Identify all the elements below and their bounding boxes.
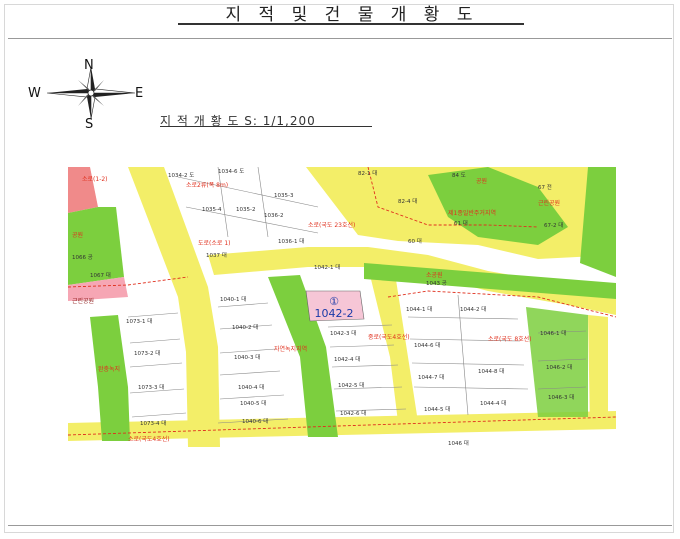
parcel-1035-2: 1035-2 bbox=[236, 207, 255, 213]
parcel-1034-2: 1034-2 도 bbox=[168, 172, 194, 179]
zone-label-8: 자연녹지지역 bbox=[274, 345, 307, 353]
parcel-1073-3: 1073-3 대 bbox=[138, 383, 164, 391]
parcel-1044-2: 1044-2 대 bbox=[460, 305, 486, 313]
parcel-1043: 1043 공 bbox=[426, 280, 447, 287]
parcel-1046-3: 1046-3 대 bbox=[548, 393, 574, 401]
zone-label-5: 소로(국도 23호선) bbox=[308, 221, 355, 229]
parcel-1044-1: 1044-1 대 bbox=[406, 305, 432, 313]
parcel-61: 61 대 bbox=[454, 219, 468, 227]
cadastral-map: 1034-2 도 1034-6 도 1035-4 1035-2 1035-3 1… bbox=[68, 167, 616, 447]
parcel-1073-1: 1073-1 대 bbox=[126, 317, 152, 325]
compass-rose-icon: W E N S bbox=[22, 56, 154, 132]
zone-label-1: 소로2류(폭 8m) bbox=[186, 182, 228, 189]
parcel-1044-7: 1044-7 대 bbox=[418, 373, 444, 381]
parcel-1040-6: 1040-6 대 bbox=[242, 417, 268, 425]
parcel-1067: 1067 대 bbox=[90, 271, 111, 279]
parcel-1042-6: 1042-6 대 bbox=[340, 409, 366, 417]
zone-label-15: 소로(국도4호선) bbox=[128, 435, 170, 443]
parcel-1044-4: 1044-4 대 bbox=[480, 399, 506, 407]
compass-east-label: E bbox=[135, 86, 143, 101]
parcel-1040-5: 1040-5 대 bbox=[240, 399, 266, 407]
title-underline bbox=[178, 23, 524, 25]
compass-west-label: W bbox=[28, 86, 41, 101]
zone-label-14: 근린공원 bbox=[72, 297, 94, 305]
parcel-82-4: 82-4 대 bbox=[398, 197, 417, 205]
zone-label-13: 공원 bbox=[72, 231, 83, 239]
header-divider bbox=[8, 38, 672, 39]
zone-label-3: 공원 bbox=[476, 177, 487, 185]
parcel-1042-1: 1042-1 대 bbox=[314, 263, 340, 271]
zone-label-2: 제1종일반주거지역 bbox=[448, 209, 496, 217]
compass-south-label: S bbox=[85, 117, 93, 130]
zone-label-10: 소로(국도 8호선) bbox=[488, 335, 532, 343]
zone-label-11: 소공원 bbox=[426, 271, 443, 279]
parcel-1073-2: 1073-2 대 bbox=[134, 349, 160, 357]
parcel-1046: 1046 대 bbox=[448, 439, 469, 447]
parcel-1046-1: 1046-1 대 bbox=[540, 329, 566, 337]
parcel-1040-1: 1040-1 대 bbox=[220, 295, 246, 303]
parcel-1044-6: 1044-6 대 bbox=[414, 341, 440, 349]
parcel-1073-4: 1073-4 대 bbox=[140, 419, 166, 427]
parcel-1036-1: 1036-1 대 bbox=[278, 237, 304, 245]
parcel-1042-5: 1042-5 대 bbox=[338, 381, 364, 389]
zone-label-4: 소로(1-2) bbox=[82, 176, 108, 183]
parcel-1035-4: 1035-4 bbox=[202, 207, 222, 213]
compass-north-label: N bbox=[84, 58, 94, 73]
footer-divider bbox=[8, 525, 672, 526]
parcel-1044-5: 1044-5 대 bbox=[424, 405, 450, 413]
parcel-60: 60 대 bbox=[408, 237, 422, 245]
parcel-1036-2: 1036-2 bbox=[264, 213, 283, 219]
parcel-1034-6: 1034-6 도 bbox=[218, 168, 244, 175]
road-east bbox=[588, 315, 608, 429]
parcel-1040-2: 1040-2 대 bbox=[232, 323, 258, 331]
parcel-1046-2: 1046-2 대 bbox=[546, 363, 572, 371]
parcel-1042-4: 1042-4 대 bbox=[334, 355, 360, 363]
parcel-67-2: 67-2 대 bbox=[544, 221, 563, 229]
zone-label-6: 도로(소로 1) bbox=[198, 240, 231, 247]
parcel-67: 67 전 bbox=[538, 183, 552, 191]
parcel-1040-3: 1040-3 대 bbox=[234, 353, 260, 361]
parcel-1044-8: 1044-8 대 bbox=[478, 367, 504, 375]
parcel-1042-3: 1042-3 대 bbox=[330, 329, 356, 337]
parcel-1035-3: 1035-3 bbox=[274, 193, 294, 199]
parcel-1037: 1037 대 bbox=[206, 251, 227, 259]
parcel-82-1: 82-1 대 bbox=[358, 169, 377, 177]
parcel-1066: 1066 공 bbox=[72, 254, 93, 261]
parcel-84: 84 도 bbox=[452, 172, 466, 179]
target-parcel-label: 1042-2 bbox=[315, 307, 354, 320]
zone-label-12: 완충녹지 bbox=[98, 365, 120, 373]
scale-underline bbox=[160, 126, 372, 127]
parcel-1040-4: 1040-4 대 bbox=[238, 383, 264, 391]
zone-label-9: 중로(국도4호선) bbox=[368, 333, 410, 341]
zone-label-7: 근린공원 bbox=[538, 199, 560, 207]
